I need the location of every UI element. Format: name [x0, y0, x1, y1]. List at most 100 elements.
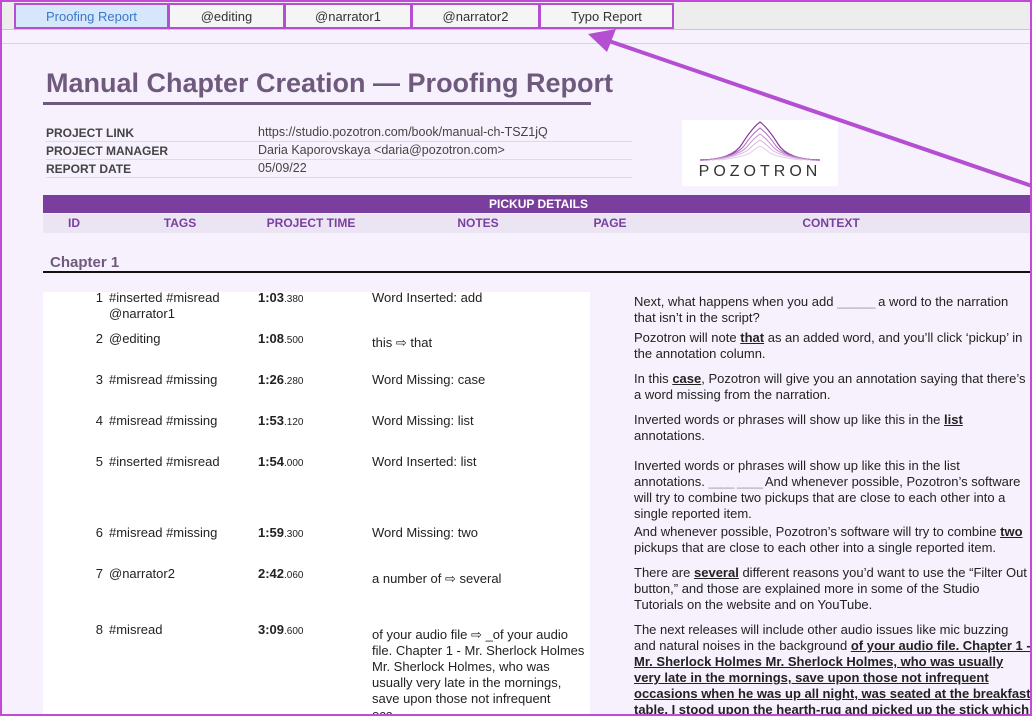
- context-highlight: several: [694, 565, 739, 580]
- app-window: Proofing Report @editing @narrator1 @nar…: [0, 0, 1032, 716]
- context-text: Next, what happens when you add: [634, 294, 834, 309]
- context-highlight: list: [944, 412, 963, 427]
- column-header-page[interactable]: PAGE: [593, 216, 626, 230]
- row-time-main: 1:54: [258, 454, 285, 469]
- tab-editing[interactable]: @editing: [168, 3, 285, 29]
- row-time-ms: .600: [284, 626, 304, 637]
- row-time-main: 2:42: [258, 566, 285, 581]
- column-header-context[interactable]: CONTEXT: [802, 216, 859, 230]
- row-time[interactable]: 1:03.380: [258, 290, 304, 308]
- tab-narrator1[interactable]: @narrator1: [284, 3, 412, 29]
- context-text: In this: [634, 371, 669, 386]
- row-time-main: 1:08: [258, 331, 285, 346]
- row-time-ms: .500: [284, 335, 304, 346]
- row-tags: #misread #missing: [109, 525, 218, 540]
- row-time-main: 1:26: [258, 372, 285, 387]
- column-header-notes[interactable]: NOTES: [457, 216, 498, 230]
- inserted-gap-mark: ____: [737, 474, 763, 489]
- tab-typo-report[interactable]: Typo Report: [539, 3, 674, 29]
- row-id: 4: [95, 413, 103, 428]
- row-time[interactable]: 2:42.060: [258, 566, 304, 584]
- row-time-ms: .120: [284, 417, 304, 428]
- row-id: 2: [95, 331, 103, 346]
- tab-proofing-report[interactable]: Proofing Report: [14, 3, 169, 29]
- row-context: Inverted words or phrases will show up l…: [634, 458, 1030, 522]
- project-manager-label: PROJECT MANAGER: [46, 144, 169, 158]
- row-context: There are several different reasons you’…: [634, 565, 1030, 613]
- context-text: There are: [634, 565, 691, 580]
- inserted-gap-mark: ____: [708, 474, 734, 489]
- row-context: Inverted words or phrases will show up l…: [634, 412, 1030, 444]
- row-context: Pozotron will note that as an added word…: [634, 330, 1030, 362]
- row-time-main: 1:03: [258, 290, 285, 305]
- row-time-ms: .380: [284, 294, 304, 305]
- meta-row-report-date: REPORT DATE 05/09/22: [46, 160, 632, 178]
- note-original: a number of: [372, 571, 442, 586]
- row-note: a number of ⇨ several: [372, 571, 501, 587]
- row-tags: @editing: [109, 331, 161, 346]
- row-time[interactable]: 1:54.000: [258, 454, 304, 472]
- row-note: Word Missing: list: [372, 413, 474, 428]
- row-id: 1: [95, 290, 103, 305]
- row-tags: #misread #missing: [109, 413, 218, 428]
- row-time-main: 1:53: [258, 413, 285, 428]
- context-highlight: two: [1000, 524, 1023, 539]
- context-text: And whenever possible, Pozotron’s softwa…: [634, 524, 997, 539]
- title-underline: [43, 102, 591, 105]
- tab-narrator2[interactable]: @narrator2: [411, 3, 540, 29]
- row-tags: @narrator2: [109, 566, 175, 581]
- context-text: different reasons you’d want to use the …: [634, 565, 1027, 612]
- row-time[interactable]: 1:53.120: [258, 413, 304, 431]
- divider: [2, 43, 1030, 44]
- row-tags: #inserted #misread: [109, 290, 220, 305]
- report-date-label: REPORT DATE: [46, 162, 132, 176]
- pozotron-logo: POZOTRON: [682, 120, 838, 186]
- row-time-main: 3:09: [258, 622, 285, 637]
- row-note: Word Inserted: list: [372, 454, 477, 469]
- row-id: 6: [95, 525, 103, 540]
- row-context: And whenever possible, Pozotron’s softwa…: [634, 524, 1030, 556]
- row-tags: #misread: [109, 622, 163, 637]
- context-text: Pozotron will note: [634, 330, 737, 345]
- row-time[interactable]: 3:09.600: [258, 622, 304, 640]
- row-id: 3: [95, 372, 103, 387]
- waveform-logo-icon: [699, 121, 821, 161]
- note-replacement: several: [459, 571, 502, 586]
- chapter-divider: [43, 271, 1030, 273]
- project-link[interactable]: https://studio.pozotron.com/book/manual-…: [258, 125, 548, 139]
- row-tags: #misread #missing: [109, 372, 218, 387]
- row-context: Next, what happens when you add ______ a…: [634, 294, 1030, 326]
- right-arrow-icon: ⇨: [471, 627, 482, 642]
- row-time-main: 1:59: [258, 525, 285, 540]
- row-note: of your audio file ⇨ _of your audio file…: [372, 627, 586, 714]
- row-tags-extra: @narrator1: [109, 306, 175, 321]
- context-text: annotations.: [634, 428, 705, 443]
- note-replacement: that: [410, 335, 433, 350]
- context-text: Inverted words or phrases will show up l…: [634, 412, 941, 427]
- column-header-id[interactable]: ID: [68, 216, 80, 230]
- row-tags: #inserted #misread: [109, 454, 220, 469]
- row-time-ms: .060: [284, 570, 304, 581]
- column-header-tags[interactable]: TAGS: [164, 216, 196, 230]
- row-id: 8: [95, 622, 103, 637]
- logo-text: POZOTRON: [698, 163, 822, 180]
- page-title: Manual Chapter Creation — Proofing Repor…: [46, 68, 614, 98]
- right-arrow-icon: ⇨: [445, 571, 456, 586]
- row-time-ms: .000: [284, 458, 304, 469]
- row-note: Word Missing: case: [372, 372, 486, 387]
- row-time[interactable]: 1:08.500: [258, 331, 304, 349]
- pickup-details-header: PICKUP DETAILS: [43, 195, 1030, 213]
- note-original: this: [372, 335, 393, 350]
- row-time[interactable]: 1:26.280: [258, 372, 304, 390]
- row-note: Word Missing: two: [372, 525, 478, 540]
- project-link-label: PROJECT LINK: [46, 126, 135, 140]
- row-time[interactable]: 1:59.300: [258, 525, 304, 543]
- column-header-project-time[interactable]: PROJECT TIME: [267, 216, 356, 230]
- row-context: The next releases will include other aud…: [634, 622, 1030, 714]
- context-highlight: that: [740, 330, 765, 345]
- report-date: 05/09/22: [258, 161, 307, 175]
- context-text: pickups that are close to each other int…: [634, 540, 997, 555]
- row-context: In this case, Pozotron will give you an …: [634, 371, 1030, 403]
- row-note: Word Inserted: add: [372, 290, 483, 305]
- row-note: this ⇨ that: [372, 335, 432, 351]
